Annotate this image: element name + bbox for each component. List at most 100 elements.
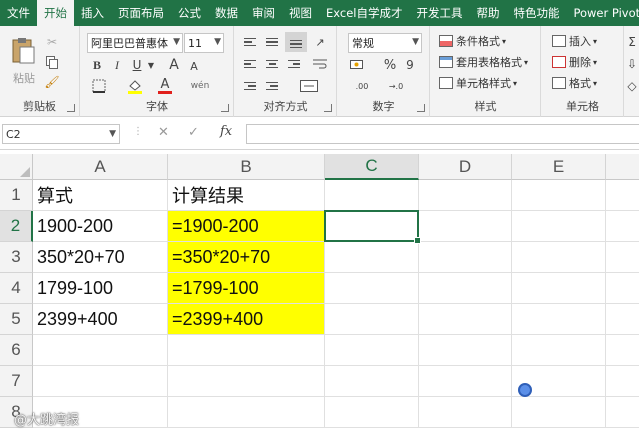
tab-8[interactable]: Excel自学成才 (319, 0, 409, 26)
format-painter-icon[interactable]: 🖌 (44, 74, 60, 90)
row-header-6[interactable]: 6 (0, 335, 33, 366)
cell-e4[interactable] (512, 273, 606, 304)
cell-e5[interactable] (512, 304, 606, 335)
row-header-2[interactable]: 2 (0, 211, 33, 242)
cell-styles-button[interactable]: 单元格样式 ▾ (439, 74, 517, 92)
formula-input[interactable] (246, 124, 639, 144)
chevron-down-icon[interactable]: ▼ (147, 59, 155, 71)
cell-b1[interactable]: 计算结果 (168, 180, 325, 211)
cell-c1[interactable] (325, 180, 419, 211)
cell-c2[interactable] (325, 211, 419, 242)
cell-c6[interactable] (325, 335, 419, 366)
bold-button[interactable]: B (89, 56, 105, 74)
cell-b8[interactable] (168, 397, 325, 428)
font-launcher-icon[interactable] (221, 104, 229, 112)
font-color-button[interactable]: A (155, 76, 175, 96)
alignment-launcher-icon[interactable] (324, 104, 332, 112)
format-as-table-button[interactable]: 套用表格格式 ▾ (439, 53, 528, 71)
column-header-b[interactable]: B (168, 154, 325, 180)
cell-b3[interactable]: =350*20+70 (168, 242, 325, 273)
cell-b7[interactable] (168, 366, 325, 397)
name-box[interactable]: C2 ▼ (2, 124, 120, 144)
wrap-text-icon[interactable] (311, 56, 329, 72)
cell-d1[interactable] (419, 180, 512, 211)
cell-c4[interactable] (325, 273, 419, 304)
cell-d2[interactable] (419, 211, 512, 242)
cell-d8[interactable] (419, 397, 512, 428)
increase-indent-icon[interactable] (263, 78, 281, 94)
sum-icon[interactable]: Σ (626, 34, 638, 50)
copy-icon[interactable] (44, 54, 60, 70)
delete-cells-button[interactable]: 删除 ▾ (552, 53, 597, 71)
decrease-indent-icon[interactable] (241, 78, 259, 94)
increase-decimal-button[interactable]: .00 (348, 78, 376, 94)
cell-e1[interactable] (512, 180, 606, 211)
cell-c7[interactable] (325, 366, 419, 397)
select-all-button[interactable] (0, 154, 33, 180)
cell-a7[interactable] (33, 366, 168, 397)
cell-f1[interactable] (606, 180, 639, 211)
column-header-c[interactable]: C (325, 154, 419, 180)
cell-c8[interactable] (325, 397, 419, 428)
column-header-a[interactable]: A (33, 154, 168, 180)
cell-b2[interactable]: =1900-200 (168, 211, 325, 242)
cell-a4[interactable]: 1799-100 (33, 273, 168, 304)
cell-c3[interactable] (325, 242, 419, 273)
cell-e8[interactable] (512, 397, 606, 428)
column-header-partial[interactable] (606, 154, 639, 180)
clipboard-launcher-icon[interactable] (67, 104, 75, 112)
cell-b4[interactable]: =1799-100 (168, 273, 325, 304)
decrease-decimal-button[interactable]: →.0 (382, 78, 410, 94)
italic-button[interactable]: I (109, 56, 125, 74)
align-top-icon[interactable] (241, 34, 259, 50)
paste-button[interactable] (6, 32, 40, 70)
tab-5[interactable]: 数据 (208, 0, 245, 26)
enter-icon[interactable]: ✓ (188, 125, 199, 140)
merge-center-icon[interactable] (295, 78, 323, 94)
font-size-select[interactable]: 11 ▼ (184, 33, 224, 53)
tab-7[interactable]: 视图 (282, 0, 319, 26)
number-launcher-icon[interactable] (417, 104, 425, 112)
cell-a5[interactable]: 2399+400 (33, 304, 168, 335)
shrink-font-button[interactable]: A (185, 58, 203, 74)
row-header-4[interactable]: 4 (0, 273, 33, 304)
grow-font-button[interactable]: A (165, 56, 183, 74)
insert-cells-button[interactable]: 插入 ▾ (552, 32, 597, 50)
row-header-7[interactable]: 7 (0, 366, 33, 397)
cell-b6[interactable] (168, 335, 325, 366)
format-cells-button[interactable]: 格式 ▾ (552, 74, 597, 92)
comma-style-button[interactable]: 9 (402, 56, 418, 74)
align-left-icon[interactable] (241, 56, 259, 72)
cell-f2[interactable] (606, 211, 639, 242)
cell-d5[interactable] (419, 304, 512, 335)
row-header-5[interactable]: 5 (0, 304, 33, 335)
cell-c5[interactable] (325, 304, 419, 335)
number-format-select[interactable]: 常规 ▼ (348, 33, 422, 53)
phonetic-button[interactable]: wén (185, 76, 215, 96)
row-header-3[interactable]: 3 (0, 242, 33, 273)
column-header-e[interactable]: E (512, 154, 606, 180)
align-center-icon[interactable] (263, 56, 281, 72)
cell-f8[interactable] (606, 397, 639, 428)
cell-f6[interactable] (606, 335, 639, 366)
cancel-icon[interactable]: ✕ (158, 125, 169, 140)
conditional-format-button[interactable]: 条件格式 ▾ (439, 32, 506, 50)
fill-color-icon[interactable] (125, 76, 145, 96)
tab-4[interactable]: 公式 (171, 0, 208, 26)
cut-icon[interactable]: ✂ (44, 34, 60, 50)
align-bottom-icon[interactable] (285, 32, 307, 52)
tab-10[interactable]: 帮助 (469, 0, 506, 26)
cell-a6[interactable] (33, 335, 168, 366)
tab-1[interactable]: 开始 (37, 0, 74, 26)
tab-9[interactable]: 开发工具 (409, 0, 469, 26)
underline-button[interactable]: U (129, 56, 145, 74)
tab-11[interactable]: 特色功能 (506, 0, 566, 26)
cell-d3[interactable] (419, 242, 512, 273)
cell-e2[interactable] (512, 211, 606, 242)
insert-function-button[interactable]: fx (220, 124, 232, 139)
cell-f5[interactable] (606, 304, 639, 335)
cell-d6[interactable] (419, 335, 512, 366)
cell-a1[interactable]: 算式 (33, 180, 168, 211)
cell-a3[interactable]: 350*20+70 (33, 242, 168, 273)
column-header-d[interactable]: D (419, 154, 512, 180)
